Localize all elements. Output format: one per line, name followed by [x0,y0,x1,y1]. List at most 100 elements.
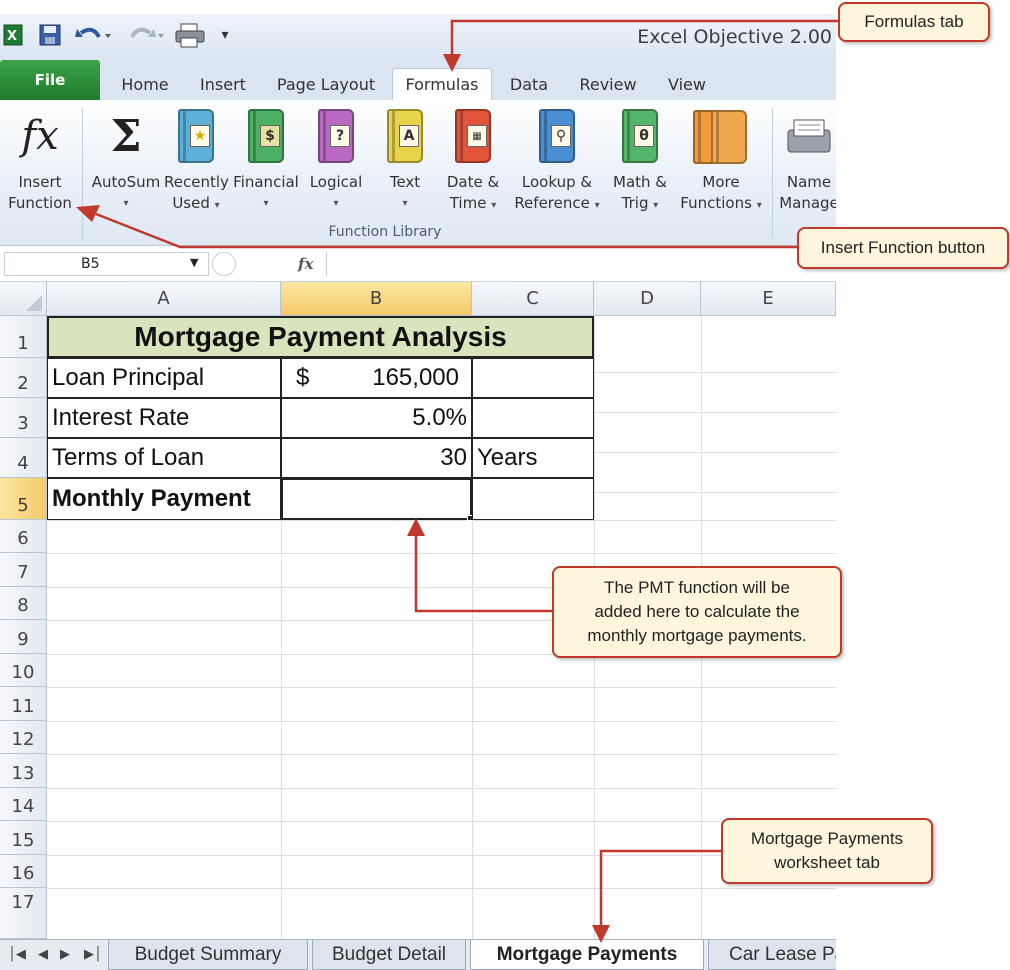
row-header-5[interactable]: 5 [0,478,47,520]
insert-function-formula-icon[interactable]: fx [298,255,313,273]
more-functions-button[interactable]: More Functions ▾ [674,100,768,220]
sheet-tab-budget-detail[interactable]: Budget Detail [312,940,466,970]
cell-c5[interactable] [472,478,594,520]
cell-a4[interactable]: Terms of Loan [47,438,281,478]
ribbon-separator [82,108,83,238]
row-header-4[interactable]: 4 [0,438,47,478]
sheet-tab-car-lease[interactable]: Car Lease Pa [708,940,836,970]
tab-data[interactable]: Data [500,68,558,100]
tab-file[interactable]: File [0,60,100,100]
financial-button[interactable]: $ Financial ▾ [232,100,300,220]
cell-a5[interactable]: Monthly Payment [47,478,281,520]
tab-formulas[interactable]: Formulas [392,68,492,100]
cell-c2[interactable] [472,358,594,398]
tab-page-layout[interactable]: Page Layout [268,68,384,100]
row-header-10[interactable]: 10 [0,654,47,687]
gridline [594,492,836,493]
print-icon[interactable] [172,22,208,48]
tab-insert[interactable]: Insert [190,68,256,100]
column-header-d[interactable]: D [594,282,701,316]
callout-insert-function: Insert Function button [797,227,1009,269]
gridline [47,520,836,521]
gridline [594,412,836,413]
gridline [47,855,836,856]
customize-qat-icon[interactable]: ▾ [216,22,234,48]
autosum-button[interactable]: Σ AutoSum ▾ [90,100,162,220]
column-header-b[interactable]: B [281,282,472,316]
name-manager-button[interactable]: Name Manage [776,100,836,220]
recently-used-button[interactable]: ★ Recently Used ▾ [164,100,229,220]
logical-button[interactable]: ? Logical ▾ [304,100,368,220]
row-header-9[interactable]: 9 [0,620,47,654]
cell-a3[interactable]: Interest Rate [47,398,281,438]
row-header-11[interactable]: 11 [0,687,47,721]
sheet-tab-bar: │◀ ◀ ▶ ▶│ Budget Summary Budget Detail M… [0,939,836,970]
tab-review[interactable]: Review [572,68,644,100]
gridline [594,372,836,373]
name-box[interactable]: B5 [4,252,209,276]
select-all-corner[interactable] [0,282,47,316]
math-book-icon: θ [622,109,658,163]
first-sheet-icon[interactable]: │◀ [8,947,26,962]
save-icon[interactable] [36,22,64,48]
cell-c3[interactable] [472,398,594,438]
cell-a2[interactable]: Loan Principal [47,358,281,398]
gridline [47,754,836,755]
cell-c4[interactable]: Years [472,438,594,478]
gridline [47,553,836,554]
next-sheet-icon[interactable]: ▶ [60,947,70,962]
lookup-reference-button[interactable]: ⚲ Lookup & Reference ▾ [510,100,604,220]
redo-icon[interactable] [122,22,166,48]
gridline [47,788,836,789]
text-button[interactable]: A Text ▾ [374,100,436,220]
undo-icon[interactable] [72,22,114,48]
excel-logo-icon: X [2,22,24,48]
cell-b3[interactable]: 5.0% [281,398,472,438]
gridline [47,687,836,688]
row-header-8[interactable]: 8 [0,587,47,620]
formula-input[interactable] [326,252,834,276]
gridline [594,452,836,453]
ribbon-tab-row: File Home Insert Page Layout Formulas Da… [0,58,836,100]
row-header-16[interactable]: 16 [0,855,47,888]
row-header-12[interactable]: 12 [0,721,47,754]
cell-b4[interactable]: 30 [281,438,472,478]
row-header-13[interactable]: 13 [0,754,47,788]
row-header-6[interactable]: 6 [0,520,47,553]
last-sheet-icon[interactable]: ▶│ [84,947,102,962]
name-manager-icon [776,100,836,172]
row-header-2[interactable]: 2 [0,358,47,398]
column-header-c[interactable]: C [472,282,594,316]
callout-formulas-tab: Formulas tab [838,2,990,42]
math-trig-button[interactable]: θ Math & Trig ▾ [606,100,674,220]
sheet-tab-mortgage-payments[interactable]: Mortgage Payments [470,940,704,970]
formula-bar-resize-handle[interactable] [212,252,236,276]
tab-view[interactable]: View [656,68,718,100]
row-header-1[interactable]: 1 [0,316,47,358]
row-header-15[interactable]: 15 [0,821,47,855]
row-header-17[interactable]: 17 [0,888,47,939]
loan-principal-value: 165,000 [372,364,459,391]
fx-icon: fx [21,112,59,159]
quick-access-toolbar: X ▾ Excel Objective 2.00 [0,14,836,58]
row-header-14[interactable]: 14 [0,788,47,821]
tab-home[interactable]: Home [110,68,180,100]
column-header-e[interactable]: E [701,282,836,316]
lookup-book-icon: ⚲ [539,109,575,163]
name-box-dropdown-icon[interactable]: ▼ [190,256,198,269]
cell-b2[interactable]: $ 165,000 [281,358,472,398]
text-book-icon: A [387,109,423,163]
cell-a1-title[interactable]: Mortgage Payment Analysis [47,316,594,358]
row-header-7[interactable]: 7 [0,553,47,587]
gridline [47,721,836,722]
function-library-group-label: Function Library [328,224,442,240]
column-header-a[interactable]: A [47,282,281,316]
insert-function-button[interactable]: fx Insert Function [2,100,78,220]
sigma-icon: Σ [110,110,142,162]
sheet-tab-budget-summary[interactable]: Budget Summary [108,940,308,970]
callout-pmt: The PMT function will be added here to c… [552,566,842,658]
cell-b5-active[interactable] [281,478,472,520]
row-header-3[interactable]: 3 [0,398,47,438]
date-time-button[interactable]: ▦ Date & Time ▾ [440,100,506,220]
prev-sheet-icon[interactable]: ◀ [38,947,48,962]
